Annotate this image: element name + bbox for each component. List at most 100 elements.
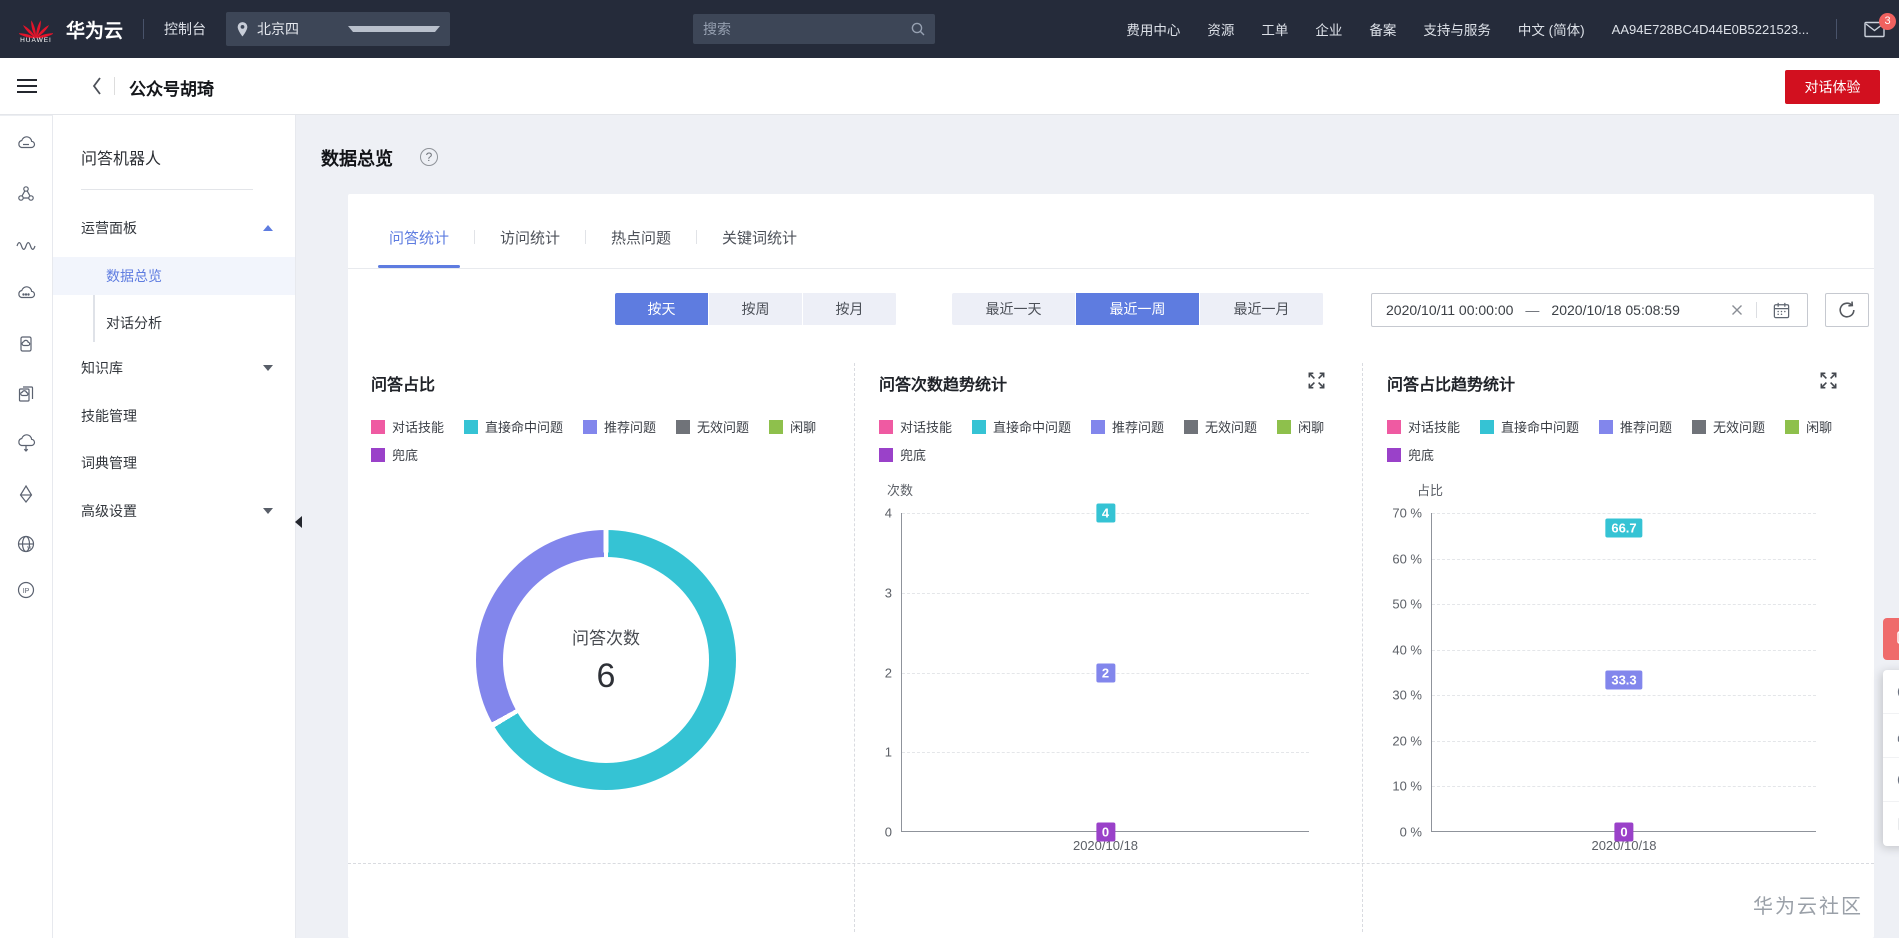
cloud-host-icon[interactable] xyxy=(15,283,37,305)
legend-swatch xyxy=(1692,419,1707,434)
filter-last-day-button[interactable]: 最近一天 xyxy=(952,293,1076,325)
data-marker[interactable]: 0 xyxy=(1095,822,1116,842)
legend-item[interactable]: 对话技能 xyxy=(371,417,444,436)
legend-label: 推荐问题 xyxy=(1112,420,1165,435)
data-marker[interactable]: 33.3 xyxy=(1605,670,1643,690)
console-link[interactable]: 控制台 xyxy=(164,19,206,39)
legend-label: 兜底 xyxy=(900,448,927,463)
global-search[interactable] xyxy=(693,14,935,44)
legend-item[interactable]: 闲聊 xyxy=(1785,417,1832,436)
search-input[interactable] xyxy=(693,21,910,37)
legend-item[interactable]: 兜底 xyxy=(371,445,418,464)
cloud-server-icon[interactable] xyxy=(15,133,37,155)
fullscreen-icon[interactable] xyxy=(1307,371,1326,390)
back-button[interactable] xyxy=(90,74,104,103)
fullscreen-icon[interactable] xyxy=(1819,371,1838,390)
date-range-input[interactable]: 2020/10/11 00:00:00 — 2020/10/18 05:08:5… xyxy=(1371,293,1808,327)
customer-service-button[interactable] xyxy=(1883,714,1899,758)
menu-hamburger-icon[interactable] xyxy=(17,79,37,97)
nav-tickets[interactable]: 工单 xyxy=(1261,19,1288,39)
clear-date-icon[interactable] xyxy=(1729,302,1745,318)
messages-button[interactable]: 3 xyxy=(1864,12,1896,38)
help-center-button[interactable] xyxy=(1883,758,1899,802)
legend-item[interactable]: 无效问题 xyxy=(676,417,749,436)
sidebar-group-advanced-settings[interactable]: 高级设置 xyxy=(53,493,295,529)
legend-swatch xyxy=(583,419,598,434)
legend-item[interactable]: 对话技能 xyxy=(879,417,952,436)
legend-swatch xyxy=(1785,419,1800,434)
legend-item[interactable]: 兜底 xyxy=(1387,445,1434,464)
prism-icon[interactable] xyxy=(15,483,37,505)
satisfaction-button[interactable] xyxy=(1883,670,1899,714)
legend-item[interactable]: 闲聊 xyxy=(769,417,816,436)
legend-item[interactable]: 直接命中问题 xyxy=(972,417,1071,436)
charts-bottom-divider xyxy=(348,863,1874,864)
survey-button[interactable] xyxy=(1883,802,1899,846)
nav-resources[interactable]: 资源 xyxy=(1207,19,1234,39)
tab-qa-statistics[interactable]: 问答统计 xyxy=(377,227,461,268)
chevron-down-icon xyxy=(347,26,441,32)
data-marker[interactable]: 4 xyxy=(1095,503,1116,523)
cluster-icon[interactable] xyxy=(15,183,37,205)
legend-item[interactable]: 直接命中问题 xyxy=(464,417,563,436)
filter-by-month-button[interactable]: 按月 xyxy=(803,293,897,325)
ip-icon[interactable]: IP xyxy=(15,579,37,601)
nav-icp[interactable]: 备案 xyxy=(1369,19,1396,39)
tab-visit-statistics[interactable]: 访问统计 xyxy=(495,227,565,268)
sidebar-collapse-handle[interactable] xyxy=(295,516,302,528)
chart-title: 问答占比 xyxy=(371,377,436,394)
region-selector[interactable]: 北京四 xyxy=(226,12,451,46)
date-separator: — xyxy=(1525,302,1540,318)
feedback-chat-button[interactable] xyxy=(1883,618,1899,660)
nav-support[interactable]: 支持与服务 xyxy=(1423,19,1491,39)
legend-item[interactable]: 无效问题 xyxy=(1184,417,1257,436)
sidebar-group-knowledge-base[interactable]: 知识库 xyxy=(53,350,295,386)
filter-last-week-button[interactable]: 最近一周 xyxy=(1076,293,1200,325)
legend-item[interactable]: 无效问题 xyxy=(1692,417,1765,436)
tab-separator xyxy=(474,230,476,244)
legend-item[interactable]: 兜底 xyxy=(879,445,926,464)
nav-language[interactable]: 中文 (简体) xyxy=(1518,19,1585,39)
tab-hot-questions[interactable]: 热点问题 xyxy=(606,227,676,268)
dialog-experience-button[interactable]: 对话体验 xyxy=(1785,70,1880,104)
sidebar-item-skill-management[interactable]: 技能管理 xyxy=(53,398,295,434)
refresh-button[interactable] xyxy=(1825,293,1869,327)
sidebar-item-dialog-analysis[interactable]: 对话分析 xyxy=(53,304,295,342)
brand-name[interactable]: 华为云 xyxy=(66,16,123,43)
nav-enterprise[interactable]: 企业 xyxy=(1315,19,1342,39)
legend-item[interactable]: 对话技能 xyxy=(1387,417,1460,436)
data-marker[interactable]: 2 xyxy=(1095,663,1116,682)
search-icon[interactable] xyxy=(910,21,926,37)
legend-item[interactable]: 推荐问题 xyxy=(583,417,656,436)
filter-by-day-button[interactable]: 按天 xyxy=(615,293,709,325)
page-title: 数据总览 xyxy=(321,149,393,169)
cloud-transfer-icon[interactable] xyxy=(15,433,37,455)
y-tick-label: 60 % xyxy=(1392,551,1422,567)
help-icon[interactable]: ? xyxy=(420,148,438,166)
nav-billing[interactable]: 费用中心 xyxy=(1126,19,1180,39)
sidebar-item-data-overview[interactable]: 数据总览 xyxy=(53,257,295,295)
huawei-logo[interactable]: HUAWEI xyxy=(14,15,58,44)
tablet-cloud-icon[interactable] xyxy=(15,333,37,355)
copy-docs-icon[interactable] xyxy=(15,383,37,405)
filter-by-week-button[interactable]: 按周 xyxy=(709,293,803,325)
date-end: 2020/10/18 05:08:59 xyxy=(1551,302,1680,318)
legend-item[interactable]: 直接命中问题 xyxy=(1480,417,1579,436)
wave-icon[interactable] xyxy=(15,233,37,255)
sidebar-item-dictionary-management[interactable]: 词典管理 xyxy=(53,445,295,481)
filter-last-month-button[interactable]: 最近一月 xyxy=(1200,293,1324,325)
huawei-logo-text: HUAWEI xyxy=(20,36,52,44)
legend-item[interactable]: 推荐问题 xyxy=(1599,417,1672,436)
data-marker[interactable]: 66.7 xyxy=(1605,518,1643,538)
calendar-icon[interactable] xyxy=(1772,301,1791,320)
legend-label: 对话技能 xyxy=(900,420,953,435)
legend-item[interactable]: 推荐问题 xyxy=(1091,417,1164,436)
account-id[interactable]: AA94E728BC4D44E0B5221523... xyxy=(1612,22,1809,37)
legend-item[interactable]: 闲聊 xyxy=(1277,417,1324,436)
tab-keyword-statistics[interactable]: 关键词统计 xyxy=(717,227,802,268)
donut-chart[interactable]: 问答次数 6 xyxy=(476,530,736,790)
sidebar-group-operations[interactable]: 运营面板 xyxy=(53,210,295,246)
web-globe-icon[interactable]: w xyxy=(15,533,37,555)
data-marker[interactable]: 0 xyxy=(1614,822,1634,842)
gridline xyxy=(1432,740,1816,742)
